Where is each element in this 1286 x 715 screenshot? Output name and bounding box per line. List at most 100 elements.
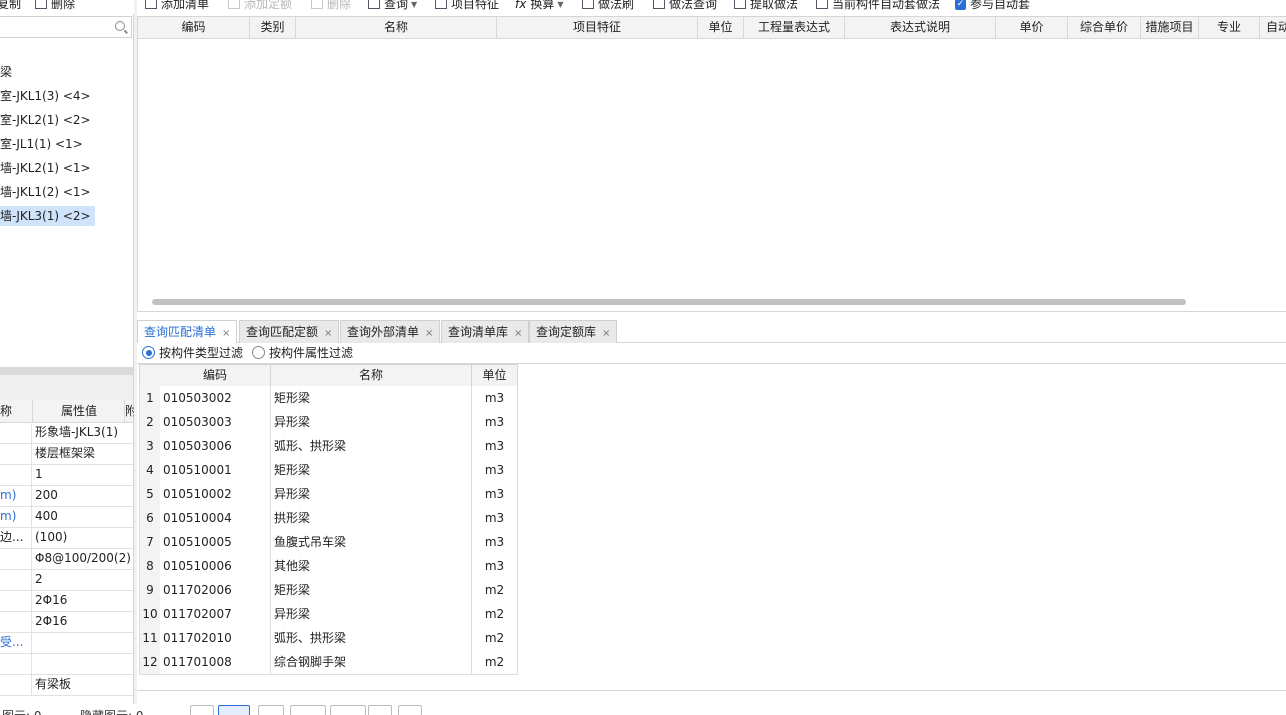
filter-by-type-radio[interactable]: 按构件类型过滤 <box>142 346 243 360</box>
row-number[interactable]: 5 <box>139 482 161 507</box>
row-number[interactable]: 10 <box>139 602 161 627</box>
property-row[interactable]: Φ8@100/200(2) <box>0 548 133 570</box>
tree-search-input[interactable] <box>0 16 132 38</box>
col-expression-note[interactable]: 表达式说明 <box>845 17 996 39</box>
tab-list-library[interactable]: 查询清单库 × <box>441 320 530 343</box>
extract-method-button[interactable]: 提取做法 <box>734 0 798 14</box>
close-icon[interactable]: × <box>425 328 433 339</box>
result-name[interactable]: 异形梁 <box>271 602 472 627</box>
property-row[interactable]: 2Φ16 <box>0 611 133 633</box>
property-value[interactable]: 200 <box>35 485 131 506</box>
result-name[interactable]: 其他梁 <box>271 554 472 579</box>
col-code[interactable]: 编码 <box>138 17 250 39</box>
property-row[interactable]: 1 <box>0 464 133 486</box>
property-value[interactable]: 有梁板 <box>35 674 131 695</box>
result-name[interactable]: 矩形梁 <box>271 386 472 411</box>
result-name[interactable]: 矩形梁 <box>271 458 472 483</box>
row-number[interactable]: 1 <box>139 386 161 411</box>
result-unit[interactable]: m3 <box>472 434 518 459</box>
result-unit[interactable]: m3 <box>472 482 518 507</box>
property-row[interactable]: 有梁板 <box>0 674 133 696</box>
property-row[interactable] <box>0 653 133 675</box>
status-tool-button[interactable] <box>190 705 214 715</box>
property-row[interactable]: m) 400 <box>0 506 133 528</box>
result-code[interactable]: 010510005 <box>160 530 271 555</box>
col-composite-price[interactable]: 综合单价 <box>1068 17 1141 39</box>
row-number[interactable]: 12 <box>139 650 161 675</box>
col-name[interactable]: 名称 <box>296 17 497 39</box>
row-number[interactable]: 3 <box>139 434 161 459</box>
row-number[interactable]: 6 <box>139 506 161 531</box>
status-tool-button[interactable] <box>258 705 284 715</box>
tree-item[interactable]: 室-JKL1(3) <4> <box>0 86 95 106</box>
property-row[interactable]: m) 200 <box>0 485 133 507</box>
delete-button[interactable]: 删除 <box>311 0 351 14</box>
row-number[interactable]: 2 <box>139 410 161 435</box>
result-code[interactable]: 010503003 <box>160 410 271 435</box>
result-unit[interactable]: m3 <box>472 410 518 435</box>
property-value[interactable]: 1 <box>35 464 131 485</box>
tree-item[interactable]: 室-JKL2(1) <2> <box>0 110 95 130</box>
tree-item[interactable]: 墙-JKL2(1) <1> <box>0 158 95 178</box>
result-code[interactable]: 010510002 <box>160 482 271 507</box>
result-col-name[interactable]: 名称 <box>271 364 472 387</box>
close-icon[interactable]: × <box>602 328 610 339</box>
result-unit[interactable]: m3 <box>472 386 518 411</box>
result-col-unit[interactable]: 单位 <box>472 364 518 387</box>
result-code[interactable]: 011702006 <box>160 578 271 603</box>
property-row[interactable]: 形象墙-JKL3(1) <box>0 422 133 444</box>
result-name[interactable]: 鱼腹式吊车梁 <box>271 530 472 555</box>
search-icon[interactable] <box>115 21 125 31</box>
status-tool-button[interactable] <box>368 705 392 715</box>
result-code[interactable]: 010510001 <box>160 458 271 483</box>
property-value[interactable]: 2 <box>35 569 131 590</box>
row-number[interactable]: 11 <box>139 626 161 651</box>
close-icon[interactable]: × <box>324 328 332 339</box>
property-value[interactable]: (100) <box>35 527 131 548</box>
result-unit[interactable]: m3 <box>472 554 518 579</box>
property-row[interactable]: 2 <box>0 569 133 591</box>
col-quantity-expression[interactable]: 工程量表达式 <box>744 17 845 39</box>
add-list-button[interactable]: 添加清单 <box>145 0 209 14</box>
tree-item-beam-group[interactable]: 梁 <box>0 62 16 82</box>
result-col-code[interactable]: 编码 <box>160 364 271 387</box>
property-value[interactable]: 2Φ16 <box>35 611 131 632</box>
row-number[interactable]: 9 <box>139 578 161 603</box>
status-tool-button[interactable] <box>290 705 326 715</box>
result-code[interactable]: 010503002 <box>160 386 271 411</box>
tab-external-list[interactable]: 查询外部清单 × <box>340 320 441 343</box>
copy-button[interactable]: 复制 <box>0 0 21 14</box>
result-code[interactable]: 010503006 <box>160 434 271 459</box>
result-name[interactable]: 异形梁 <box>271 482 472 507</box>
close-icon[interactable]: × <box>222 328 230 339</box>
tab-match-list[interactable]: 查询匹配清单 × <box>137 320 238 343</box>
result-code[interactable]: 010510004 <box>160 506 271 531</box>
result-code[interactable]: 010510006 <box>160 554 271 579</box>
join-auto-apply-checkbox[interactable]: ✓ 参与自动套 <box>955 0 1030 14</box>
tab-quota-library[interactable]: 查询定额库 × <box>529 320 618 343</box>
row-number[interactable]: 8 <box>139 554 161 579</box>
row-number[interactable]: 7 <box>139 530 161 555</box>
filter-by-attr-radio[interactable]: 按构件属性过滤 <box>252 346 353 360</box>
row-number[interactable]: 4 <box>139 458 161 483</box>
method-query-button[interactable]: 做法查询 <box>653 0 717 14</box>
result-unit[interactable]: m3 <box>472 506 518 531</box>
query-dropdown[interactable]: 查询 ▼ <box>368 0 417 14</box>
col-specialty[interactable]: 专业 <box>1199 17 1260 39</box>
auto-apply-button[interactable]: 当前构件自动套做法 <box>816 0 940 14</box>
col-measure-item[interactable]: 措施项目 <box>1141 17 1199 39</box>
result-name[interactable]: 拱形梁 <box>271 506 472 531</box>
property-value[interactable] <box>35 653 131 674</box>
panel-splitter[interactable] <box>0 367 133 375</box>
add-quota-button[interactable]: 添加定额 <box>228 0 292 14</box>
col-unit[interactable]: 单位 <box>698 17 744 39</box>
property-value[interactable]: 2Φ16 <box>35 590 131 611</box>
method-brush-button[interactable]: 做法刷 <box>582 0 634 14</box>
property-row[interactable]: 边... (100) <box>0 527 133 549</box>
property-row[interactable]: 受... <box>0 632 133 654</box>
delete-tree-button[interactable]: 删除 <box>35 0 75 14</box>
col-auto-apply[interactable]: 自动套 <box>1260 17 1286 39</box>
property-value[interactable]: Φ8@100/200(2) <box>35 548 131 569</box>
result-name[interactable]: 异形梁 <box>271 410 472 435</box>
tree-item-selected[interactable]: 墙-JKL3(1) <2> <box>0 206 95 226</box>
